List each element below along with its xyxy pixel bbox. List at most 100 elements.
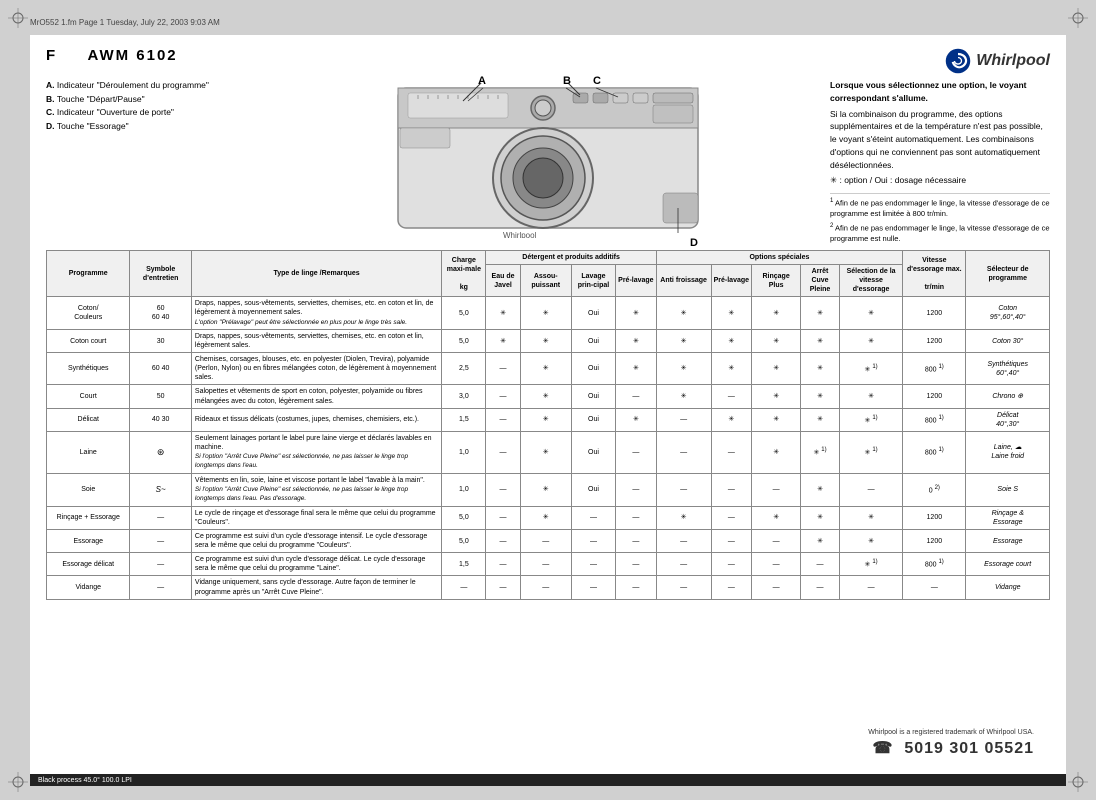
page-content: F AWM 6102 Whirlpool A. I — [30, 35, 1066, 780]
cell-lavage: — — [571, 553, 615, 576]
col-assou: Assou-puissant — [520, 265, 571, 297]
cell-eau-javel: — — [486, 530, 520, 553]
cell-symbole: — — [130, 506, 191, 529]
cell-vitesse: 1200 — [903, 385, 966, 408]
cell-rinc-plus: ✳ — [752, 408, 801, 431]
cell-selecteur: Essorage — [966, 530, 1050, 553]
model-number: AWM 6102 — [87, 47, 177, 64]
cell-symbole: S~ — [130, 473, 191, 506]
cell-charge: 1,5 — [442, 553, 486, 576]
legend-list: A. Indicateur "Déroulement du programme"… — [46, 79, 266, 133]
cell-type: Vidange uniquement, sans cycle d'essorag… — [191, 576, 441, 599]
col-detergent-group: Détergent et produits additifs — [486, 251, 656, 265]
cell-rinc-plus: — — [752, 553, 801, 576]
col-symbole: Symbole d'entretien — [130, 251, 191, 297]
model-title: F AWM 6102 — [46, 47, 178, 64]
cell-lavage: Oui — [571, 353, 615, 385]
cell-symbole: — — [130, 576, 191, 599]
cell-rinc-plus: — — [752, 473, 801, 506]
cell-eau-javel: — — [486, 385, 520, 408]
col-eau-javel: Eau de Javel — [486, 265, 520, 297]
cell-type: Seulement lainages portant le label pure… — [191, 431, 441, 473]
cell-vitesse: — — [903, 576, 966, 599]
col-programme: Programme — [47, 251, 130, 297]
cell-lavage: Oui — [571, 385, 615, 408]
right-panel: Lorsque vous sélectionnez une option, le… — [830, 79, 1050, 244]
corner-mark-br — [1068, 772, 1088, 792]
whirlpool-logo: Whirlpool — [944, 47, 1050, 75]
cell-charge: 5,0 — [442, 530, 486, 553]
model-area: F AWM 6102 — [46, 47, 178, 67]
label-d: D — [690, 237, 698, 249]
cell-pre-lav: — — [616, 431, 657, 473]
cell-arret-cv: ✳ — [801, 506, 840, 529]
bottom-bar-text: Black process 45.0° 100.0 LPI — [38, 777, 132, 784]
cell-sel-vit: ✳ 1) — [839, 408, 902, 431]
cell-programme: Coton court — [47, 330, 130, 353]
main-area: A. Indicateur "Déroulement du programme"… — [46, 79, 1050, 244]
model-prefix: F — [46, 47, 57, 64]
cell-arret-cv: ✳ — [801, 530, 840, 553]
cell-lavage: Oui — [571, 330, 615, 353]
cell-assou: — — [520, 530, 571, 553]
cell-arret-cv: ✳ — [801, 330, 840, 353]
cell-selecteur: Rinçage &Essorage — [966, 506, 1050, 529]
cell-charge: 5,0 — [442, 506, 486, 529]
cell-arret-cv: ✳ — [801, 385, 840, 408]
cell-anti-fr: — — [656, 408, 711, 431]
cell-eau-javel: — — [486, 473, 520, 506]
cell-vitesse: 0 2) — [903, 473, 966, 506]
col-anti-froissage: Anti froissage — [656, 265, 711, 297]
cell-symbole: 6060 40 — [130, 297, 191, 330]
cell-vitesse: 1200 — [903, 530, 966, 553]
cell-pre-lav2: ✳ — [711, 353, 752, 385]
corner-mark-bl — [8, 772, 28, 792]
col-pre-lav2: Pré-lavage — [711, 265, 752, 297]
cell-assou: — — [520, 553, 571, 576]
corner-mark-tl — [8, 8, 28, 28]
cell-vitesse: 1200 — [903, 506, 966, 529]
corner-mark-tr — [1068, 8, 1088, 28]
cell-lavage: Oui — [571, 431, 615, 473]
cell-vitesse: 800 1) — [903, 431, 966, 473]
cell-selecteur: Coton95°,60°,40° — [966, 297, 1050, 330]
cell-anti-fr: — — [656, 473, 711, 506]
col-selecteur: Sélecteur de programme — [966, 251, 1050, 297]
left-panel: A. Indicateur "Déroulement du programme"… — [46, 79, 266, 244]
top-bar: MrO552 1.fm Page 1 Tuesday, July 22, 200… — [30, 14, 1066, 30]
cell-sel-vit: ✳ — [839, 297, 902, 330]
cell-pre-lav: ✳ — [616, 353, 657, 385]
cell-assou: ✳ — [520, 330, 571, 353]
cell-pre-lav2: — — [711, 473, 752, 506]
cell-eau-javel: — — [486, 506, 520, 529]
cell-pre-lav2: — — [711, 576, 752, 599]
top-bar-text: MrO552 1.fm Page 1 Tuesday, July 22, 200… — [30, 18, 220, 27]
cell-selecteur: Laine, ☁Laine froid — [966, 431, 1050, 473]
bottom-bar: Black process 45.0° 100.0 LPI — [30, 774, 1066, 786]
cell-symbole: 60 40 — [130, 353, 191, 385]
table-row: Coton court 30 Draps, nappes, sous-vêtem… — [47, 330, 1050, 353]
cell-programme: Laine — [47, 431, 130, 473]
cell-lavage: — — [571, 576, 615, 599]
cell-assou: — — [520, 576, 571, 599]
cell-anti-fr: ✳ — [656, 297, 711, 330]
cell-lavage: Oui — [571, 297, 615, 330]
cell-selecteur: Délicat40°,30° — [966, 408, 1050, 431]
cell-selecteur: Soie S — [966, 473, 1050, 506]
cell-charge: — — [442, 576, 486, 599]
cell-eau-javel: — — [486, 353, 520, 385]
whirlpool-logo-icon — [944, 47, 972, 75]
cell-rinc-plus: ✳ — [752, 330, 801, 353]
cell-sel-vit: ✳ — [839, 530, 902, 553]
cell-lavage: — — [571, 530, 615, 553]
cell-arret-cv: ✳ — [801, 408, 840, 431]
cell-type: Le cycle de rinçage et d'essorage final … — [191, 506, 441, 529]
cell-selecteur: Coton 30° — [966, 330, 1050, 353]
cell-arret-cv: ✳ — [801, 353, 840, 385]
cell-vitesse: 1200 — [903, 297, 966, 330]
legend-item-c: C. Indicateur "Ouverture de porte" — [46, 106, 266, 120]
cell-selecteur: Vidange — [966, 576, 1050, 599]
cell-type: Ce programme est suivi d'un cycle d'esso… — [191, 553, 441, 576]
cell-vitesse: 800 1) — [903, 553, 966, 576]
cell-eau-javel: ✳ — [486, 330, 520, 353]
